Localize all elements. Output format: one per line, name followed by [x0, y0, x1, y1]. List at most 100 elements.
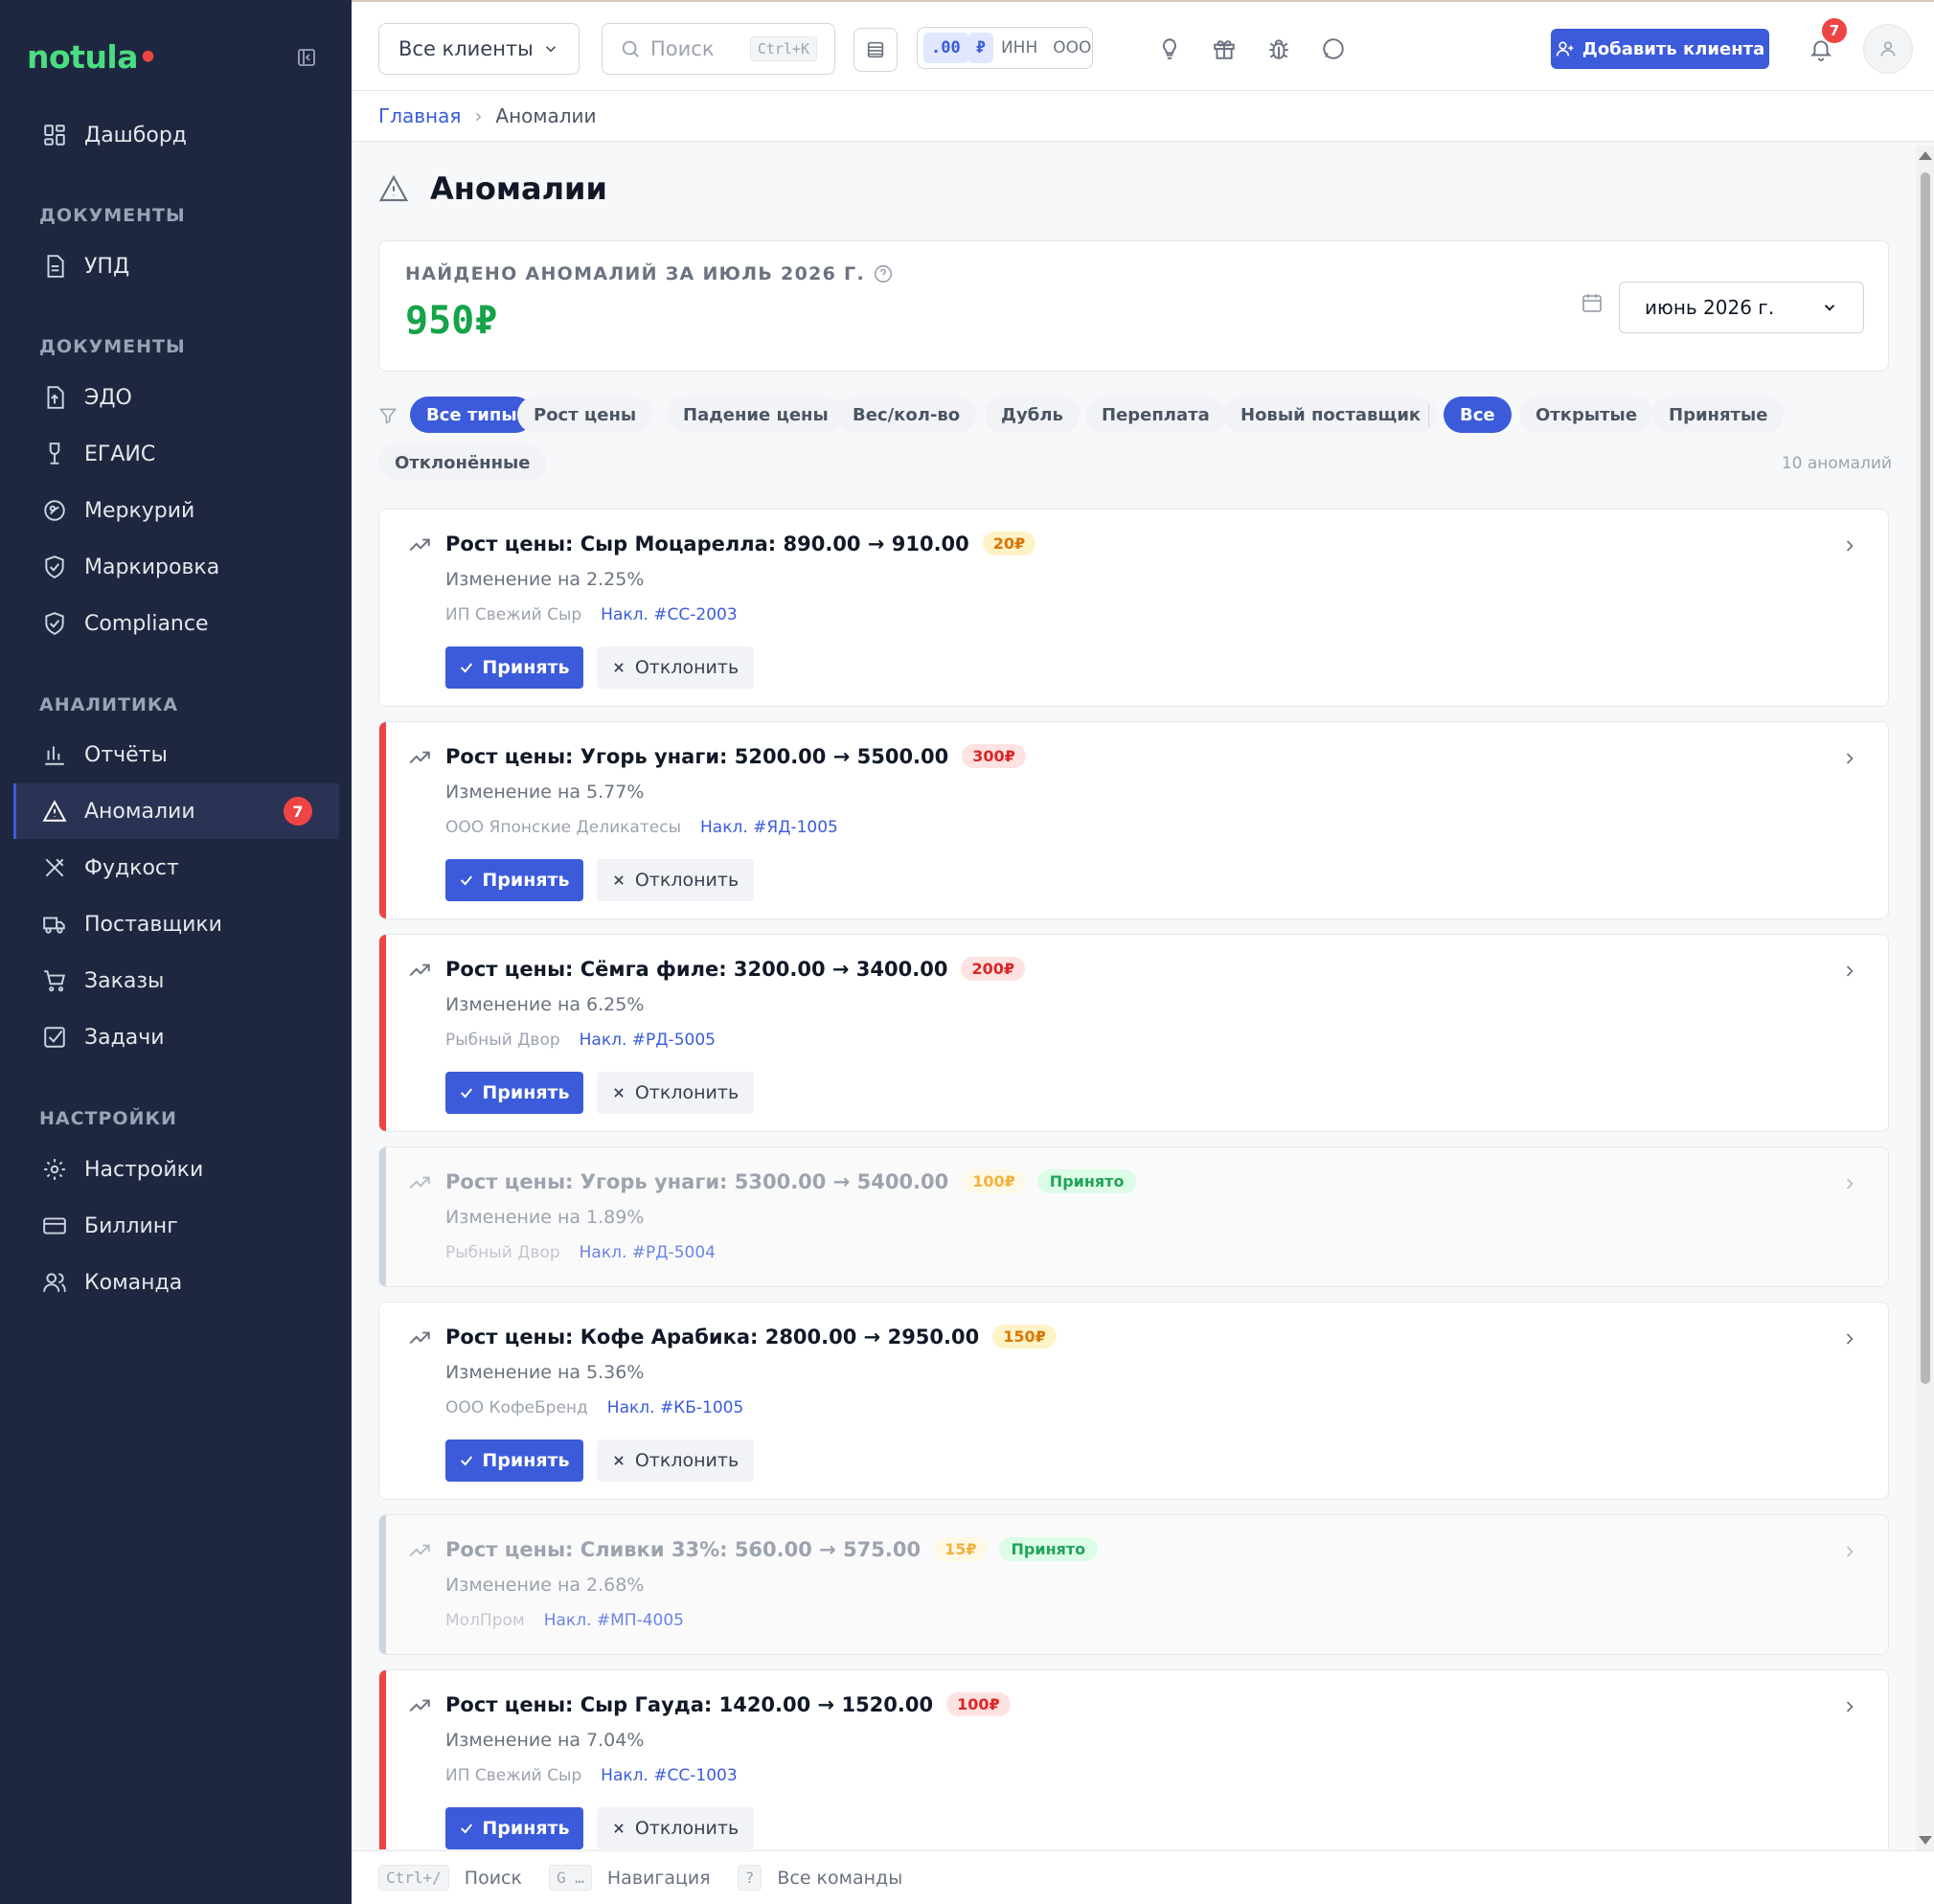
- anomaly-invoice-link[interactable]: Накл. #СС-2003: [601, 605, 738, 624]
- lightbulb-icon[interactable]: [1149, 28, 1191, 70]
- reject-button[interactable]: Отклонить: [597, 1072, 754, 1114]
- scroll-down-arrow[interactable]: [1919, 1836, 1932, 1845]
- sidebar-item-foodcost[interactable]: Фудкост: [13, 840, 339, 895]
- chevron-right-icon[interactable]: [1840, 1329, 1859, 1349]
- chevron-right-icon[interactable]: [1840, 1697, 1859, 1716]
- filter-status-open[interactable]: Открытые: [1519, 397, 1654, 433]
- anomaly-card[interactable]: Рост цены: Сыр Моцарелла: 890.00 → 910.0…: [378, 509, 1889, 707]
- format-ooo-toggle[interactable]: ООО: [1045, 33, 1099, 63]
- layout-toggle-button[interactable]: [853, 28, 898, 72]
- client-select[interactable]: Все клиенты: [378, 23, 580, 75]
- sidebar-item-egais[interactable]: ЕГАИС: [13, 426, 339, 482]
- sidebar-item-anomalies[interactable]: Аномалии 7: [13, 783, 339, 839]
- sidebar-item-mercury[interactable]: Меркурий: [13, 483, 339, 538]
- search-icon: [622, 40, 639, 57]
- scrollbar[interactable]: [1916, 146, 1934, 1850]
- filter-type-duplicate[interactable]: Дубль: [985, 397, 1080, 433]
- sidebar-item-reports[interactable]: Отчёты: [13, 727, 339, 782]
- search-input[interactable]: Поиск Ctrl+K: [602, 23, 835, 75]
- accept-button[interactable]: Принять: [445, 859, 583, 901]
- add-client-button[interactable]: Добавить клиента: [1551, 29, 1769, 69]
- sidebar-item-marking[interactable]: Маркировка: [13, 539, 339, 595]
- check-icon: [461, 1456, 473, 1466]
- chevron-right-icon[interactable]: [1840, 1542, 1859, 1561]
- chevron-right-icon[interactable]: [1840, 749, 1859, 768]
- anomaly-title: Рост цены: Сливки 33%: 560.00 → 575.00 1…: [445, 1537, 1099, 1561]
- anomaly-invoice-link[interactable]: Накл. #РД-5005: [580, 1031, 716, 1050]
- avatar[interactable]: [1863, 24, 1913, 74]
- anomaly-invoice-link[interactable]: Накл. #МП-4005: [544, 1611, 684, 1630]
- sidebar-item-compliance[interactable]: Compliance: [13, 596, 339, 651]
- breadcrumb-home-link[interactable]: Главная: [378, 104, 461, 127]
- shield-check-icon: [45, 555, 64, 578]
- sidebar-item-edo[interactable]: ЭДО: [13, 370, 339, 425]
- format-currency-toggle[interactable]: ₽: [967, 33, 993, 63]
- sidebar-item-team[interactable]: Команда: [13, 1255, 339, 1310]
- anomaly-change: Изменение на 5.36%: [445, 1362, 645, 1383]
- chevron-right-icon[interactable]: [1840, 962, 1859, 981]
- anomaly-card[interactable]: Рост цены: Угорь унаги: 5300.00 → 5400.0…: [378, 1146, 1889, 1287]
- anomaly-card[interactable]: Рост цены: Сёмга филе: 3200.00 → 3400.00…: [378, 934, 1889, 1132]
- chevron-right-icon[interactable]: [1840, 1174, 1859, 1193]
- month-select[interactable]: июнь 2026 г.: [1619, 282, 1864, 333]
- format-decimals-toggle[interactable]: .00: [923, 33, 968, 63]
- bug-icon[interactable]: [1258, 28, 1300, 70]
- reject-button[interactable]: Отклонить: [597, 859, 754, 901]
- filter-type-price-decrease[interactable]: Падение цены: [667, 397, 845, 433]
- collapse-sidebar-icon[interactable]: [297, 48, 316, 67]
- accept-button[interactable]: Принять: [445, 1439, 583, 1482]
- sidebar-item-billing[interactable]: Биллинг: [13, 1198, 339, 1254]
- sidebar-item-orders[interactable]: Заказы: [13, 953, 339, 1009]
- accept-label: Принять: [482, 1082, 570, 1103]
- anomaly-invoice-link[interactable]: Накл. #РД-5004: [580, 1243, 716, 1262]
- reject-button[interactable]: Отклонить: [597, 646, 754, 689]
- anomaly-invoice-link[interactable]: Накл. #КБ-1005: [607, 1398, 744, 1417]
- anomaly-card[interactable]: Рост цены: Сливки 33%: 560.00 → 575.00 1…: [378, 1514, 1889, 1655]
- sidebar-item-settings[interactable]: Настройки: [13, 1142, 339, 1197]
- filter-status-accepted[interactable]: Принятые: [1652, 397, 1785, 433]
- gift-icon[interactable]: [1203, 28, 1245, 70]
- sidebar-item-dashboard[interactable]: Дашборд: [13, 107, 339, 163]
- filter-type-weight[interactable]: Вес/кол-во: [836, 397, 977, 433]
- anomaly-card[interactable]: Рост цены: Сыр Гауда: 1420.00 → 1520.00 …: [378, 1669, 1889, 1849]
- anomaly-amount-badge: 100₽: [946, 1692, 1011, 1716]
- scroll-up-arrow[interactable]: [1919, 151, 1932, 160]
- sidebar-item-upd[interactable]: УПД: [13, 238, 339, 294]
- anomaly-invoice-link[interactable]: Накл. #СС-1003: [601, 1766, 738, 1785]
- scroll-thumb[interactable]: [1921, 172, 1930, 1384]
- chat-icon[interactable]: [1312, 28, 1354, 70]
- filter-type-overpayment[interactable]: Переплата: [1085, 397, 1226, 433]
- reject-button[interactable]: Отклонить: [597, 1439, 754, 1482]
- anomaly-meta: ИП Свежий Сыр Накл. #СС-2003: [445, 605, 738, 624]
- filter-icon: [378, 408, 398, 424]
- filter-type-new-supplier[interactable]: Новый поставщик: [1224, 397, 1438, 433]
- reject-button[interactable]: Отклонить: [597, 1807, 754, 1849]
- logo[interactable]: notula•: [27, 38, 158, 76]
- filter-status-all[interactable]: Все: [1444, 397, 1512, 433]
- anomaly-card[interactable]: Рост цены: Кофе Арабика: 2800.00 → 2950.…: [378, 1302, 1889, 1500]
- reject-label: Отклонить: [634, 1818, 739, 1839]
- format-inn-toggle[interactable]: ИНН: [993, 33, 1045, 63]
- accept-button[interactable]: Принять: [445, 1807, 583, 1849]
- utensils-icon: [45, 858, 64, 877]
- accept-button[interactable]: Принять: [445, 1072, 583, 1114]
- anomaly-invoice-link[interactable]: Накл. #ЯД-1005: [700, 818, 838, 837]
- accept-button[interactable]: Принять: [445, 646, 583, 689]
- client-select-value: Все клиенты: [398, 37, 534, 60]
- logo-dot: •: [138, 38, 158, 76]
- filter-divider: [1428, 404, 1429, 427]
- summary-total-value: 950₽: [405, 299, 498, 343]
- trending-up-icon: [409, 1699, 430, 1712]
- filter-status-rejected[interactable]: Отклонённые: [378, 444, 547, 481]
- help-icon[interactable]: [873, 263, 894, 284]
- anomaly-title: Рост цены: Угорь унаги: 5200.00 → 5500.0…: [445, 744, 1026, 768]
- sidebar-item-suppliers[interactable]: Поставщики: [13, 896, 339, 952]
- filter-type-price-increase[interactable]: Рост цены: [517, 397, 653, 433]
- sidebar-item-tasks[interactable]: Задачи: [13, 1009, 339, 1065]
- anomaly-card[interactable]: Рост цены: Угорь унаги: 5200.00 → 5500.0…: [378, 721, 1889, 919]
- chevron-right-icon[interactable]: [1840, 536, 1859, 555]
- add-client-label: Добавить клиента: [1581, 38, 1765, 59]
- sidebar-item-label: ЕГАИС: [84, 442, 156, 466]
- chevron-down-icon: [545, 46, 557, 53]
- filter-type-all[interactable]: Все типы: [410, 397, 534, 433]
